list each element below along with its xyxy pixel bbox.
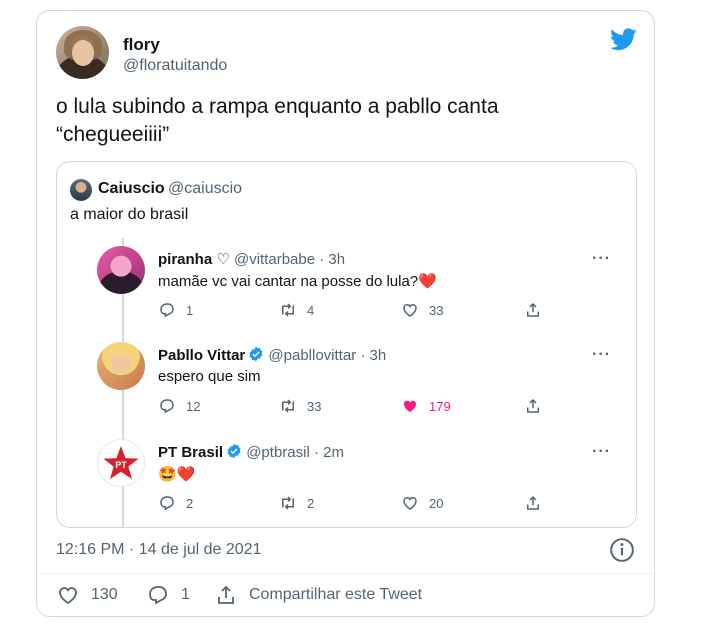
retweet-count: 33 bbox=[279, 397, 321, 415]
tweet-text-line-2: “chegueeiiii” bbox=[56, 123, 170, 146]
tweet-text: o lula subindo a rampa enquanto a pabllo… bbox=[56, 93, 616, 149]
heart-icon bbox=[59, 587, 77, 605]
share-label: Compartilhar este Tweet bbox=[249, 586, 423, 603]
quoted-author-avatar bbox=[70, 179, 92, 201]
reply-count-value: 1 bbox=[181, 586, 190, 603]
reply-avatar bbox=[97, 342, 145, 390]
retweet-count: 2 bbox=[279, 494, 314, 512]
reply-avatar: PT bbox=[97, 439, 145, 487]
reply-count-value: 1 bbox=[186, 302, 194, 318]
share-icon bbox=[527, 398, 539, 413]
tweet-actions: 130 1 Compartilhar este Tweet bbox=[56, 583, 616, 609]
reply-author-name: Pabllo Vittar bbox=[158, 347, 246, 364]
share-icon bbox=[218, 585, 234, 604]
retweet-icon bbox=[282, 496, 294, 510]
tweet-text-line-1: o lula subindo a rampa enquanto a pabllo… bbox=[56, 95, 499, 118]
verified-icon bbox=[249, 346, 263, 362]
more-icon: ··· bbox=[592, 443, 611, 460]
reply-actions: 2 2 20 bbox=[158, 494, 558, 514]
twitter-bird-icon[interactable] bbox=[610, 28, 637, 51]
retweet-count-value: 2 bbox=[307, 495, 315, 511]
reply-actions: 12 33 179 bbox=[158, 397, 558, 417]
reply-item: piranha ♡ @vittarbabe · 3h ··· mamãe vc … bbox=[57, 238, 636, 334]
reply-count: 12 bbox=[158, 397, 200, 415]
reply-avatar bbox=[97, 246, 145, 294]
reply-count-value: 12 bbox=[186, 398, 201, 414]
quoted-author-name: Caiuscio bbox=[98, 180, 165, 197]
avatar-face bbox=[72, 40, 94, 66]
like-count-value: 179 bbox=[429, 398, 451, 414]
reply-text: mamãe vc vai cantar na posse do lula?❤️ bbox=[158, 273, 437, 290]
reply-item: Pabllo Vittar @pabllovittar · 3h ··· esp… bbox=[57, 334, 636, 430]
share-button[interactable]: Compartilhar este Tweet bbox=[214, 583, 422, 607]
reply-count: 1 bbox=[158, 301, 193, 319]
heart-icon bbox=[403, 303, 417, 317]
like-count-value: 33 bbox=[429, 302, 444, 318]
reply-author-handle: @pabllovittar · 3h bbox=[268, 347, 387, 364]
heart-icon bbox=[403, 496, 417, 510]
like-count: 179 bbox=[401, 397, 451, 415]
retweet-icon bbox=[282, 303, 294, 317]
retweet-count-value: 4 bbox=[307, 302, 315, 318]
tweet-card[interactable]: flory @floratuitando o lula subindo a ra… bbox=[36, 10, 655, 617]
reply-icon bbox=[160, 399, 174, 414]
footer-divider bbox=[37, 573, 654, 574]
share-action bbox=[524, 494, 542, 512]
reply-thread-screenshot: piranha ♡ @vittarbabe · 3h ··· mamãe vc … bbox=[57, 238, 636, 527]
more-icon: ··· bbox=[592, 250, 611, 267]
like-count-value: 20 bbox=[429, 495, 444, 511]
more-icon: ··· bbox=[592, 346, 611, 363]
reply-actions: 1 4 33 bbox=[158, 301, 558, 321]
share-icon bbox=[527, 302, 539, 317]
reply-count: 2 bbox=[158, 494, 193, 512]
quoted-tweet[interactable]: Caiuscio @caiuscio a maior do brasil pir… bbox=[56, 161, 637, 528]
verified-icon bbox=[227, 443, 241, 459]
reply-button[interactable]: 1 bbox=[146, 583, 190, 607]
reply-author-handle: @vittarbabe · 3h bbox=[233, 251, 346, 268]
reply-author-handle: @ptbrasil · 2m bbox=[246, 444, 344, 461]
like-count: 33 bbox=[401, 301, 443, 319]
reply-text: 🤩❤️ bbox=[158, 466, 196, 483]
heart-icon bbox=[404, 400, 416, 412]
author-avatar[interactable] bbox=[56, 26, 109, 79]
like-count-value: 130 bbox=[91, 586, 118, 603]
reply-icon bbox=[160, 496, 174, 511]
reply-icon bbox=[160, 303, 174, 318]
retweet-count: 4 bbox=[279, 301, 314, 319]
reply-item: PT PT Brasil @ptbrasil · 2m ··· 🤩❤️ 2 2 bbox=[57, 431, 636, 527]
retweet-icon bbox=[282, 399, 294, 413]
pt-star-icon: PT bbox=[103, 446, 139, 479]
like-button[interactable]: 130 bbox=[56, 583, 118, 607]
quoted-author-handle: @caiuscio bbox=[168, 180, 243, 197]
author-display-name[interactable]: flory bbox=[123, 35, 160, 55]
retweet-count-value: 33 bbox=[307, 398, 322, 414]
reply-author-name: PT Brasil bbox=[158, 444, 224, 461]
reply-icon bbox=[149, 586, 167, 605]
reply-author-name: piranha ♡ bbox=[158, 251, 230, 268]
like-count: 20 bbox=[401, 494, 443, 512]
reply-count-value: 2 bbox=[186, 495, 194, 511]
tweet-timestamp[interactable]: 12:16 PM · 14 de jul de 2021 bbox=[56, 541, 261, 559]
author-handle[interactable]: @floratuitando bbox=[123, 57, 227, 75]
pt-logo-text: PT bbox=[115, 460, 127, 470]
share-action bbox=[524, 301, 542, 319]
reply-text: espero que sim bbox=[158, 368, 261, 385]
reply-author: Pabllo Vittar @pabllovittar · 3h bbox=[158, 346, 386, 364]
share-icon bbox=[527, 495, 539, 510]
quoted-text: a maior do brasil bbox=[70, 206, 189, 223]
info-icon[interactable] bbox=[609, 537, 635, 563]
share-action bbox=[524, 397, 542, 415]
reply-author: PT Brasil @ptbrasil · 2m bbox=[158, 443, 344, 461]
reply-author: piranha ♡ @vittarbabe · 3h bbox=[158, 250, 345, 268]
